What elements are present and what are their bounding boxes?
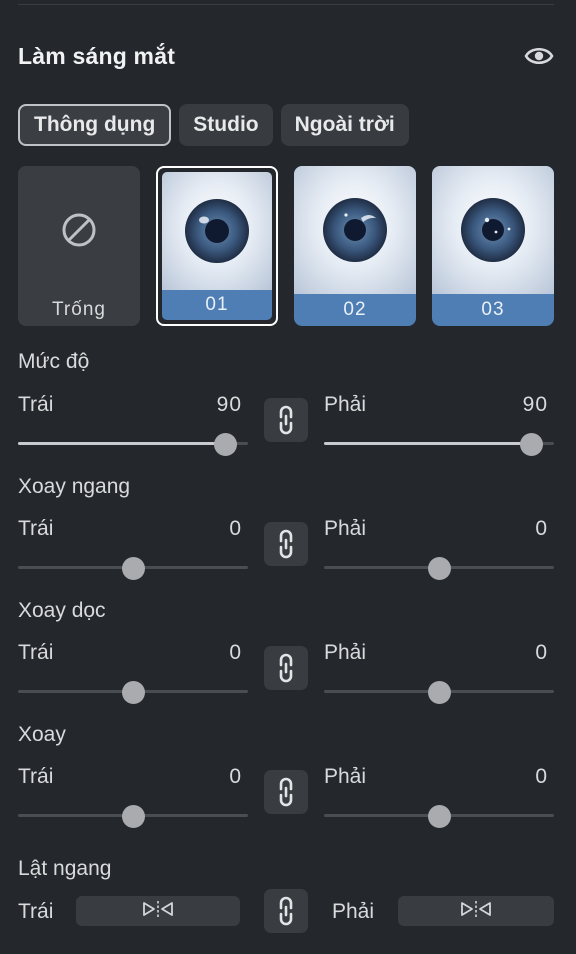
slider-knob[interactable] <box>122 681 145 704</box>
left-slider[interactable] <box>18 557 248 580</box>
preset-label: Trống <box>52 299 106 320</box>
left-label: Trái <box>18 641 54 664</box>
preset-01[interactable]: 01 <box>156 166 278 326</box>
slider-knob[interactable] <box>214 433 237 456</box>
panel-header: Làm sáng mắt <box>18 38 556 74</box>
none-icon <box>18 166 140 294</box>
left-value: 0 <box>229 765 242 788</box>
right-value: 90 <box>522 393 548 416</box>
slider-knob[interactable] <box>428 681 451 704</box>
left-value: 0 <box>229 641 242 664</box>
link-icon[interactable] <box>264 398 308 442</box>
right-value: 0 <box>535 641 548 664</box>
slider-fill <box>324 442 531 445</box>
tab-ngoai-troi[interactable]: Ngoài trời <box>280 104 409 146</box>
link-icon[interactable] <box>264 522 308 566</box>
right-slider[interactable] <box>324 557 554 580</box>
link-icon[interactable] <box>264 646 308 690</box>
link-icon[interactable] <box>264 889 308 933</box>
preset-label: 02 <box>294 294 416 326</box>
left-slider[interactable] <box>18 681 248 704</box>
preset-label: 01 <box>162 290 272 320</box>
left-label: Trái <box>18 393 54 416</box>
control-row-muc-do: Trái 90 Phải 90 <box>18 393 554 456</box>
section-title-xoay-ngang: Xoay ngang <box>18 475 131 498</box>
section-title-xoay: Xoay <box>18 723 66 746</box>
right-label: Phải <box>324 765 367 788</box>
right-label: Phải <box>324 641 367 664</box>
left-slider[interactable] <box>18 805 248 828</box>
flip-right-button[interactable] <box>398 896 554 926</box>
right-label: Phải <box>324 517 367 540</box>
slider-fill <box>18 442 225 445</box>
flip-horizontal-icon <box>459 899 493 924</box>
preset-category-tabs: Thông dụng Studio Ngoài trời <box>18 104 409 146</box>
slider-knob[interactable] <box>428 557 451 580</box>
flip-left-label: Trái <box>18 900 54 923</box>
preset-none[interactable]: Trống <box>18 166 140 326</box>
eye-preset-thumbnail <box>432 166 554 294</box>
slider-knob[interactable] <box>122 557 145 580</box>
eye-preset-thumbnail <box>294 166 416 294</box>
preset-02[interactable]: 02 <box>294 166 416 326</box>
flip-horizontal-icon <box>141 899 175 924</box>
tab-thong-dung[interactable]: Thông dụng <box>18 104 172 146</box>
slider-knob[interactable] <box>520 433 543 456</box>
eye-preset-thumbnail <box>162 172 272 290</box>
left-value: 90 <box>216 393 242 416</box>
slider-knob[interactable] <box>122 805 145 828</box>
section-title-lat-ngang: Lật ngang <box>18 857 112 880</box>
right-slider[interactable] <box>324 681 554 704</box>
section-title-muc-do: Mức độ <box>18 350 90 373</box>
flip-right-label: Phải <box>332 900 375 923</box>
preset-list: Trống 01 02 03 <box>18 166 554 326</box>
right-value: 0 <box>535 517 548 540</box>
tab-studio[interactable]: Studio <box>179 104 273 146</box>
right-label: Phải <box>324 393 367 416</box>
eye-icon[interactable] <box>522 39 556 73</box>
panel-title: Làm sáng mắt <box>18 42 176 69</box>
section-title-xoay-doc: Xoay dọc <box>18 599 106 622</box>
flip-left-button[interactable] <box>76 896 240 926</box>
left-slider[interactable] <box>18 433 248 456</box>
control-row-xoay-ngang: Trái 0 Phải 0 <box>18 517 554 580</box>
control-row-xoay: Trái 0 Phải 0 <box>18 765 554 828</box>
right-slider[interactable] <box>324 805 554 828</box>
preset-03[interactable]: 03 <box>432 166 554 326</box>
preset-label: 03 <box>432 294 554 326</box>
slider-knob[interactable] <box>428 805 451 828</box>
left-label: Trái <box>18 517 54 540</box>
control-row-xoay-doc: Trái 0 Phải 0 <box>18 641 554 704</box>
right-value: 0 <box>535 765 548 788</box>
right-slider[interactable] <box>324 433 554 456</box>
top-divider <box>18 4 554 5</box>
link-icon[interactable] <box>264 770 308 814</box>
left-label: Trái <box>18 765 54 788</box>
left-value: 0 <box>229 517 242 540</box>
